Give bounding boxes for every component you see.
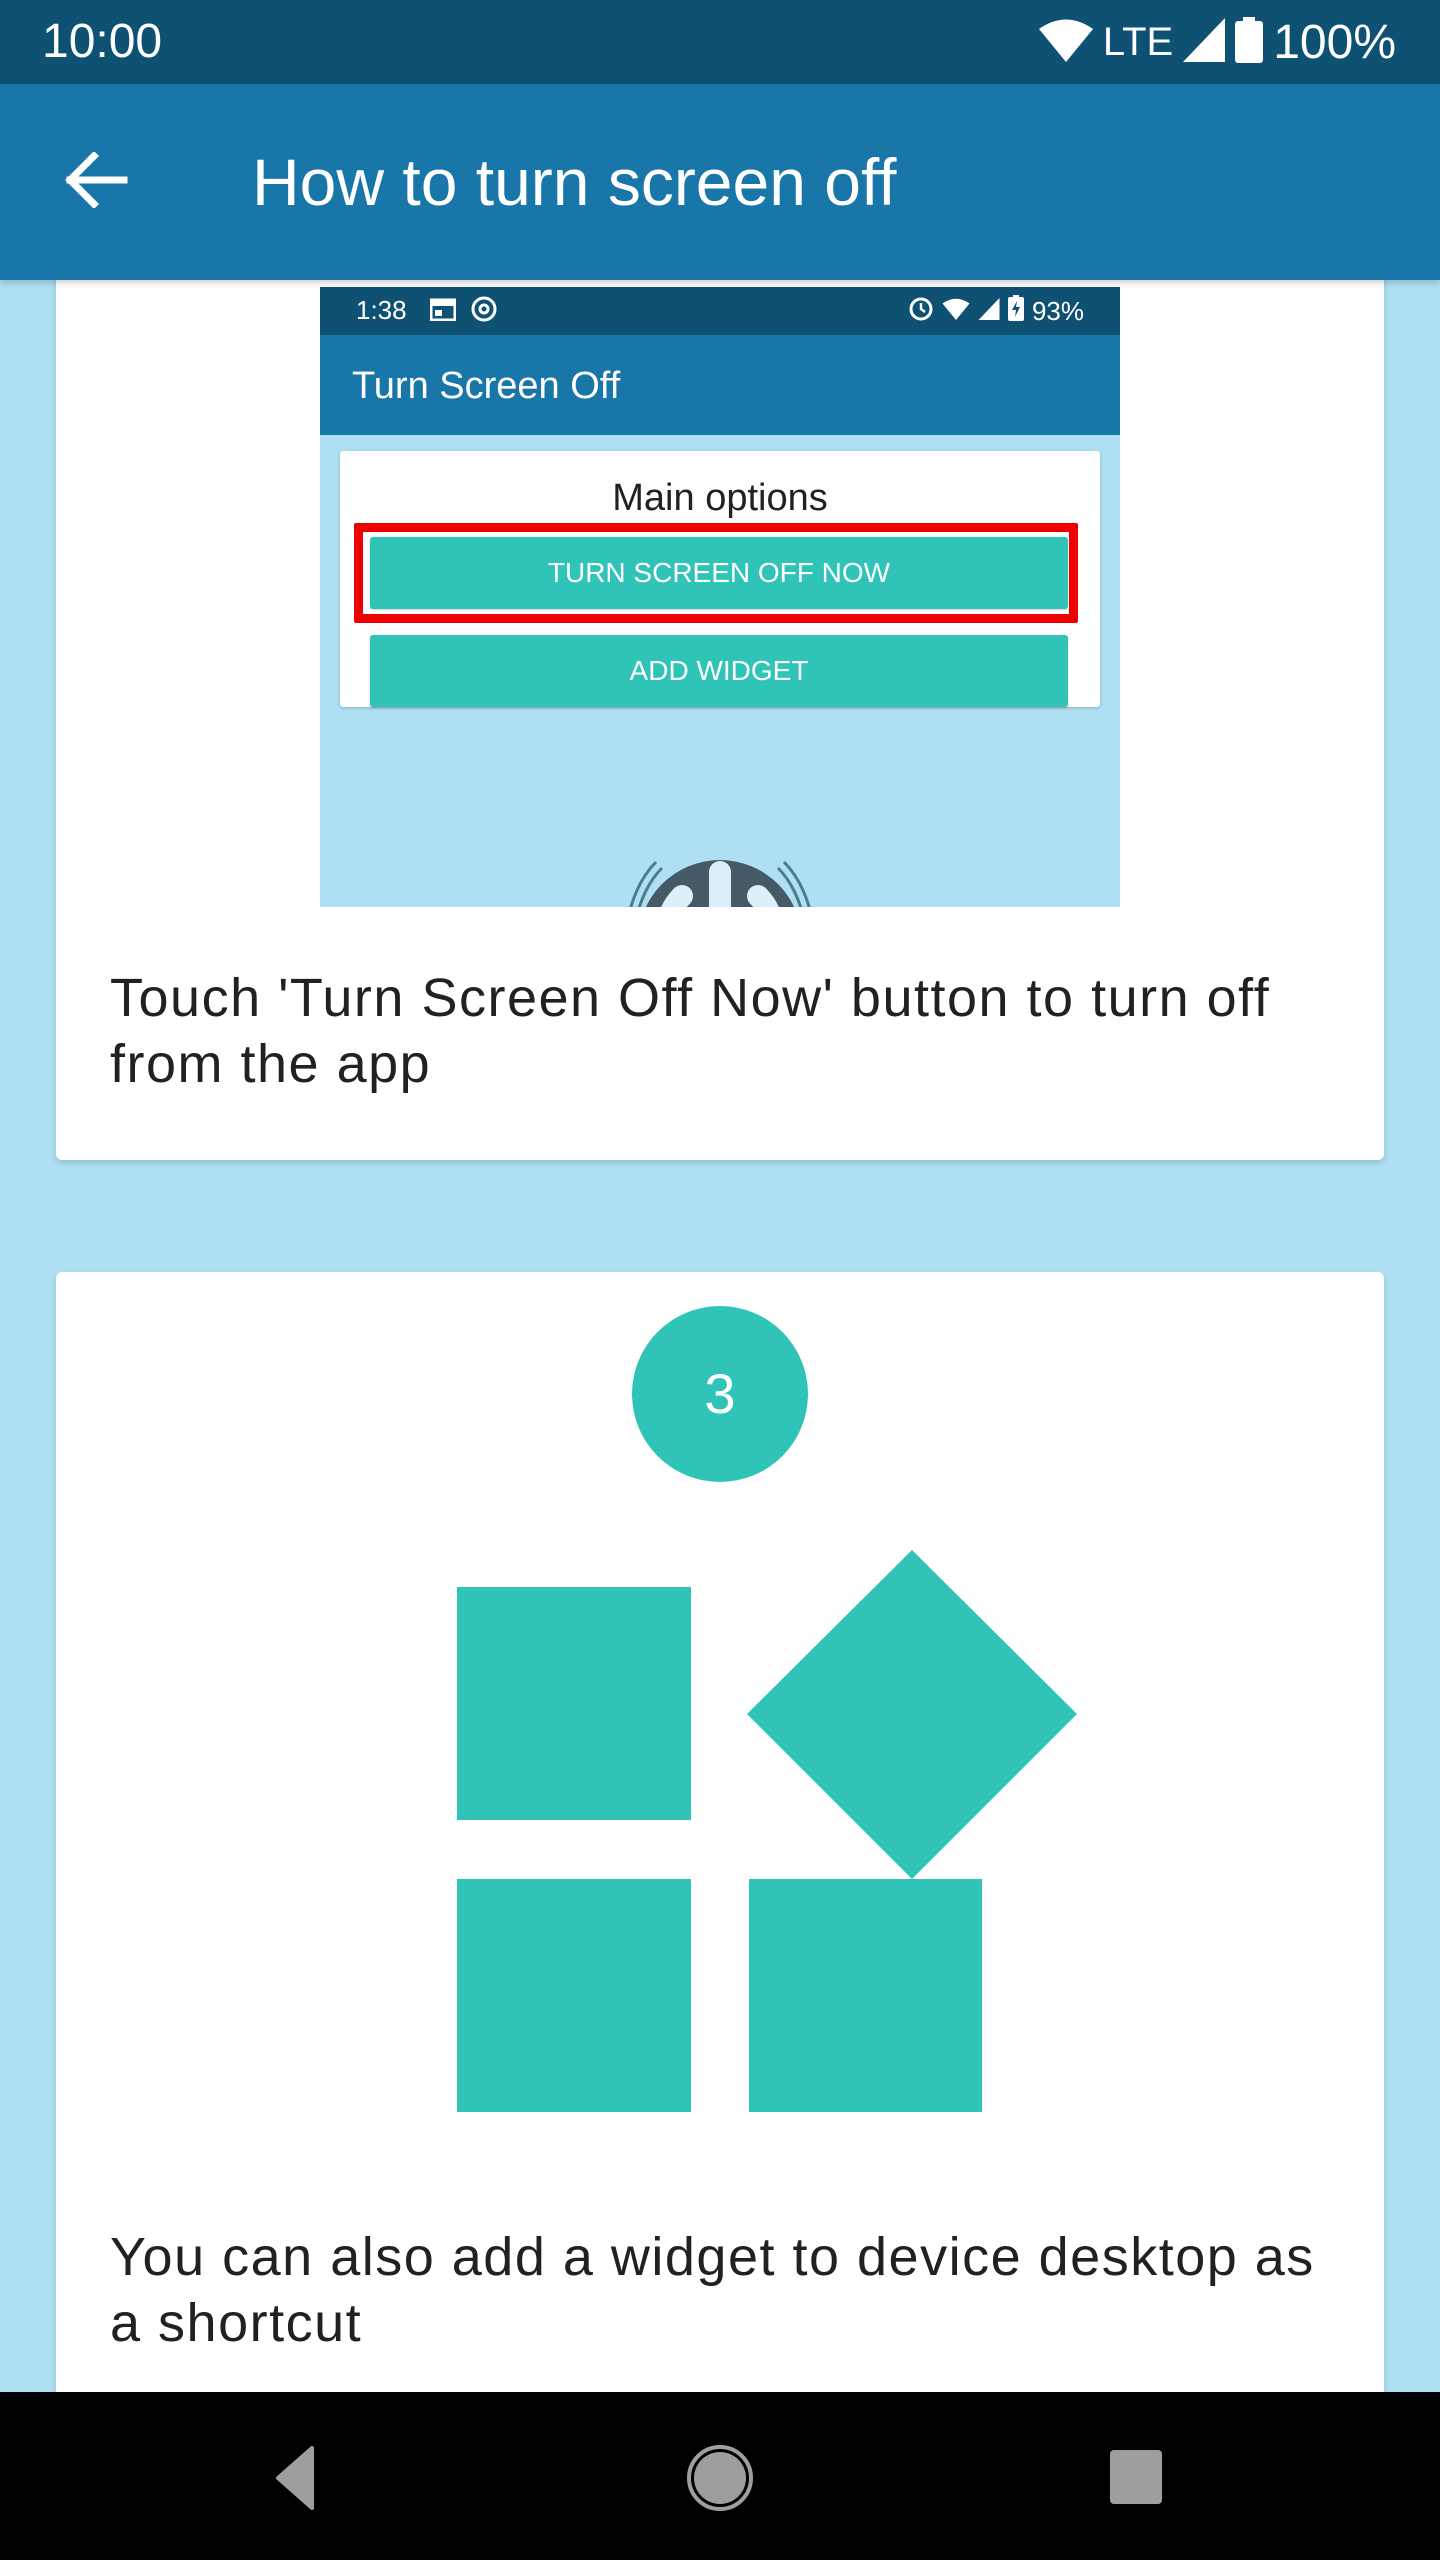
wifi-icon [1038, 18, 1093, 67]
page-title: How to turn screen off [252, 145, 897, 219]
wifi-icon [942, 296, 970, 327]
screenshot-status-bar: 1:38 93% [320, 287, 1120, 335]
system-nav-bar [0, 2392, 1440, 2560]
signal-icon [978, 296, 1000, 327]
step-number-badge: 3 [632, 1306, 808, 1482]
network-type: LTE [1102, 19, 1174, 64]
status-time: 10:00 [42, 15, 163, 68]
nav-back-button[interactable] [260, 2436, 340, 2516]
widgets-icon [456, 1542, 1096, 2127]
screenshot-turn-screen-off-now-button: TURN SCREEN OFF NOW [370, 537, 1068, 609]
screenshot-add-widget-button: ADD WIDGET [370, 635, 1068, 707]
nav-recents-button[interactable] [1098, 2436, 1178, 2516]
instruction-card-widget: 3 You can also add a widget to device de… [56, 1272, 1384, 2472]
screenshot-section-title: Main options [612, 477, 828, 519]
nav-home-button[interactable] [680, 2436, 760, 2516]
screenshot-app-title: Turn Screen Off [352, 365, 621, 407]
arrow-back-icon [64, 150, 128, 213]
back-button[interactable] [48, 134, 144, 230]
screenshot-main-options-card: Main options TURN SCREEN OFF NOW ADD WID… [340, 451, 1100, 707]
status-bar: 10:00 LTE 100% [0, 0, 1440, 84]
at-sign-icon [470, 295, 498, 330]
alarm-icon [908, 295, 934, 328]
battery-percent: 100% [1273, 15, 1396, 69]
screenshot-app-bar: Turn Screen Off [320, 335, 1120, 435]
calendar-icon [429, 297, 457, 328]
screenshot-battery-percent: 93% [1031, 296, 1084, 326]
battery-icon [1235, 16, 1264, 68]
power-icon [610, 832, 830, 907]
battery-charging-icon [1007, 295, 1024, 328]
instruction-text: You can also add a widget to device desk… [110, 2227, 1315, 2353]
app-screenshot: 1:38 93% Turn Screen Off Main options TU… [320, 287, 1120, 907]
screenshot-status-icons: 93% [908, 295, 1084, 328]
screenshot-status-time: 1:38 [356, 295, 407, 325]
signal-icon [1183, 17, 1226, 67]
instruction-text: Touch 'Turn Screen Off Now' button to tu… [110, 968, 1271, 1094]
status-icons: LTE 100% [1038, 14, 1396, 70]
instruction-card-turn-off-now: 1:38 93% Turn Screen Off Main options TU… [56, 240, 1384, 1160]
app-toolbar: How to turn screen off [0, 84, 1440, 280]
